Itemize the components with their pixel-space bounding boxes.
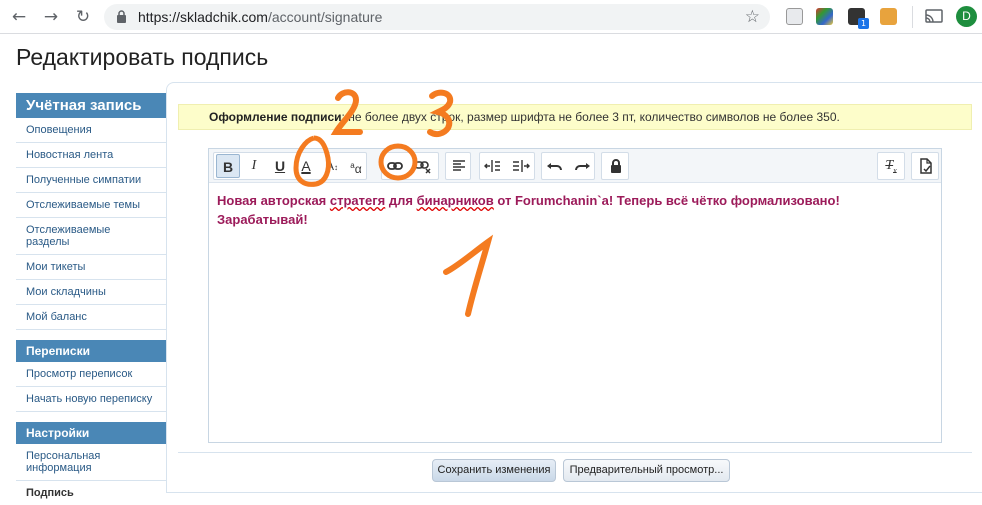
annotation-circle-font-color — [293, 135, 331, 187]
annotation-layer — [293, 89, 494, 317]
annotation-number-1 — [443, 234, 494, 317]
annotation-number-2 — [330, 89, 363, 135]
annotation-circle-link — [378, 143, 418, 181]
annotation-number-3 — [427, 89, 454, 138]
